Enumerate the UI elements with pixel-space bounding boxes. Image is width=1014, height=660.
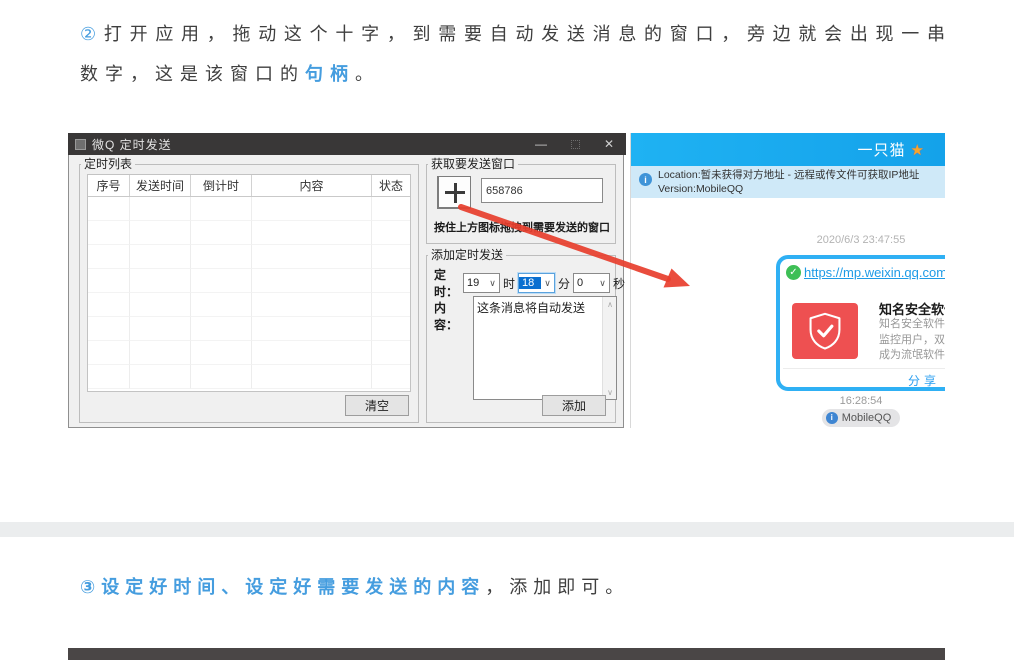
add-button[interactable]: 添加 bbox=[542, 395, 606, 416]
capture-group-box: 658786 按住上方图标拖拽到需要发送的窗口 bbox=[426, 164, 616, 244]
schedule-group-box: 定时： 19 ∨ 时 18 ∨ 分 0 ∨ 秒 bbox=[426, 255, 616, 423]
scroll-up-icon[interactable]: ∧ bbox=[603, 297, 617, 311]
schedule-table[interactable]: 序号 发送时间 倒计时 内容 状态 bbox=[87, 174, 411, 392]
step2-number: ② bbox=[80, 24, 104, 44]
mobileqq-badge: i MobileQQ bbox=[822, 409, 901, 427]
table-row bbox=[88, 317, 410, 341]
col-header-status: 状态 bbox=[372, 175, 410, 196]
minimize-icon: — bbox=[535, 137, 547, 151]
col-header-sendtime: 发送时间 bbox=[130, 175, 191, 196]
capture-hint-text: 按住上方图标拖拽到需要发送的窗口 bbox=[427, 219, 617, 235]
location-info-text: Location:暂未获得对方地址 - 远程或传文件可获取IP地址 bbox=[658, 169, 919, 183]
hour-unit-label: 时 bbox=[503, 275, 515, 292]
version-info-text: Version:MobileQQ bbox=[658, 183, 919, 197]
share-link[interactable]: 分享 收藏 bbox=[908, 372, 945, 389]
article-description: 知名安全软件要流 监控用户，双十一 成为流氓软件的狂 bbox=[879, 317, 945, 364]
hour-value: 19 bbox=[464, 277, 486, 289]
col-header-countdown: 倒计时 bbox=[191, 175, 252, 196]
table-row bbox=[88, 245, 410, 269]
window-controls: — ✕ bbox=[524, 133, 626, 155]
table-row bbox=[88, 365, 410, 389]
second-unit-label: 秒 bbox=[613, 275, 625, 292]
description-line: 监控用户，双十一 bbox=[879, 333, 945, 349]
chevron-down-icon: ∨ bbox=[596, 278, 609, 289]
description-line: 知名安全软件要流 bbox=[879, 317, 945, 333]
step3-number: ③ bbox=[80, 577, 101, 597]
shield-check-icon bbox=[803, 309, 847, 353]
col-header-content: 内容 bbox=[252, 175, 372, 196]
list-group-box: 序号 发送时间 倒计时 内容 状态 清空 bbox=[79, 164, 419, 423]
table-row bbox=[88, 269, 410, 293]
schedule-group-label: 添加定时发送 bbox=[428, 246, 506, 263]
badge-label: MobileQQ bbox=[842, 412, 892, 424]
step3-bold-text: 设定好时间、设定好需要发送的内容 bbox=[101, 577, 485, 597]
message-textarea[interactable]: 这条消息将自动发送 ∧ ∨ bbox=[473, 296, 617, 400]
crosshair-drag-button[interactable] bbox=[437, 176, 471, 209]
col-header-index: 序号 bbox=[88, 175, 130, 196]
close-button[interactable]: ✕ bbox=[592, 133, 626, 155]
section-divider bbox=[0, 522, 1014, 537]
qq-chat-window: 一只猫 ★ i Location:暂未获得对方地址 - 远程或传文件可获取IP地… bbox=[630, 133, 945, 428]
app-titlebar: 微Q 定时发送 — ✕ bbox=[68, 133, 626, 155]
qq-header: 一只猫 ★ bbox=[631, 133, 945, 166]
step2-tail: 。 bbox=[355, 64, 380, 84]
table-row bbox=[88, 197, 410, 221]
step2-text: 打开应用，拖动这个十字，到需要自动发送消息的窗口，旁边就会出现一串数字，这是该窗… bbox=[80, 24, 952, 84]
table-row bbox=[88, 341, 410, 365]
second-value: 0 bbox=[574, 277, 596, 289]
table-header-row: 序号 发送时间 倒计时 内容 状态 bbox=[88, 175, 410, 197]
hour-select[interactable]: 19 ∨ bbox=[463, 273, 500, 293]
qq-info-bar: i Location:暂未获得对方地址 - 远程或传文件可获取IP地址 Vers… bbox=[631, 166, 945, 198]
bubble-divider bbox=[783, 368, 945, 369]
minimize-button[interactable]: — bbox=[524, 133, 558, 155]
list-group-label: 定时列表 bbox=[81, 155, 135, 172]
info-icon: i bbox=[826, 412, 838, 424]
time-label: 定时： bbox=[434, 266, 458, 300]
step2-paragraph: ②打开应用，拖动这个十字，到需要自动发送消息的窗口，旁边就会出现一串数字，这是该… bbox=[80, 14, 952, 94]
message-date-stamp: 2020/6/3 23:47:55 bbox=[776, 234, 945, 246]
crosshair-icon bbox=[454, 183, 457, 203]
time-picker-row: 定时： 19 ∨ 时 18 ∨ 分 0 ∨ 秒 bbox=[434, 266, 625, 300]
minute-value: 18 bbox=[519, 277, 541, 289]
star-badge-icon: ★ bbox=[911, 141, 924, 159]
qq-contact-name: 一只猫 bbox=[858, 139, 906, 160]
shared-link-bubble[interactable]: ✓ https://mp.weixin.qq.com/s/ 知名安全软件要 知名… bbox=[776, 255, 945, 391]
table-row bbox=[88, 221, 410, 245]
step2-keyword-link[interactable]: 句柄 bbox=[305, 64, 355, 84]
content-label: 内容： bbox=[434, 299, 458, 333]
info-icon: i bbox=[639, 173, 652, 186]
article-thumbnail bbox=[792, 303, 858, 359]
window-handle-field[interactable]: 658786 bbox=[481, 178, 603, 203]
app-body: 定时列表 序号 发送时间 倒计时 内容 状态 bbox=[69, 155, 623, 426]
capture-group-label: 获取要发送窗口 bbox=[428, 155, 518, 172]
message-text: 这条消息将自动发送 bbox=[477, 301, 585, 315]
minute-unit-label: 分 bbox=[558, 275, 570, 292]
article-page: ②打开应用，拖动这个十字，到需要自动发送消息的窗口，旁边就会出现一串数字，这是该… bbox=[0, 0, 1014, 660]
clear-button[interactable]: 清空 bbox=[345, 395, 409, 416]
textarea-scrollbar[interactable]: ∧ ∨ bbox=[602, 297, 616, 399]
safe-link-shield-icon: ✓ bbox=[786, 265, 801, 280]
message-time-stamp: 16:28:54 bbox=[776, 395, 945, 407]
app-icon bbox=[75, 139, 86, 150]
step3-tail: ，添加即可。 bbox=[485, 577, 629, 597]
chevron-down-icon: ∨ bbox=[541, 278, 554, 289]
maximize-button[interactable] bbox=[558, 133, 592, 155]
maximize-icon bbox=[571, 140, 580, 149]
link-row: ✓ https://mp.weixin.qq.com/s/ bbox=[786, 265, 945, 280]
weixin-article-link[interactable]: https://mp.weixin.qq.com/s/ bbox=[804, 265, 945, 280]
step3-paragraph: ③设定好时间、设定好需要发送的内容，添加即可。 bbox=[80, 572, 952, 602]
article-title: 知名安全软件要 bbox=[879, 299, 945, 318]
second-select[interactable]: 0 ∨ bbox=[573, 273, 610, 293]
description-line: 成为流氓软件的狂 bbox=[879, 348, 945, 364]
table-row bbox=[88, 293, 410, 317]
app-title: 微Q 定时发送 bbox=[92, 136, 172, 153]
weiq-app-window: 微Q 定时发送 — ✕ 定时列表 序号 发送时间 倒计时 内容 状态 bbox=[68, 133, 624, 428]
badge-row: i MobileQQ bbox=[776, 407, 945, 427]
close-icon: ✕ bbox=[604, 137, 614, 151]
chevron-down-icon: ∨ bbox=[486, 278, 499, 289]
minute-select[interactable]: 18 ∨ bbox=[518, 273, 555, 293]
next-screenshot-top-edge bbox=[68, 648, 945, 660]
